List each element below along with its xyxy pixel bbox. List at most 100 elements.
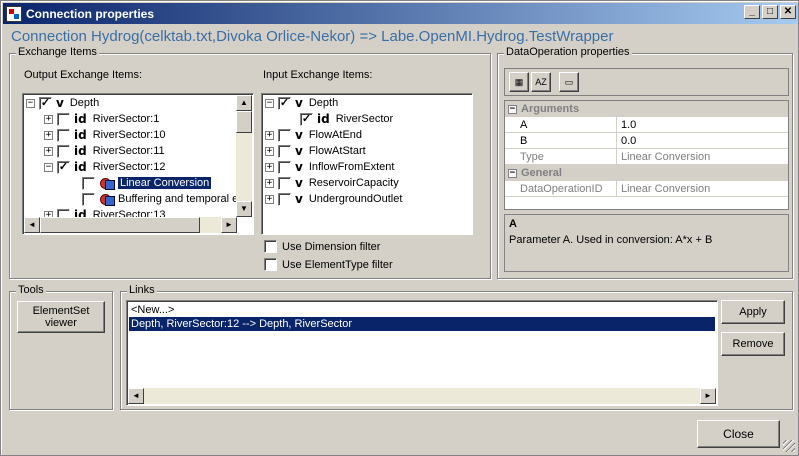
- checkbox[interactable]: [264, 240, 277, 253]
- scroll-thumb-horizontal[interactable]: [40, 217, 200, 233]
- checkbox[interactable]: [264, 258, 277, 271]
- property-value[interactable]: 0.0: [617, 133, 788, 149]
- list-item-selected[interactable]: Depth, RiverSector:12 --> Depth, RiverSe…: [129, 317, 715, 331]
- close-window-button[interactable]: ✕: [780, 5, 796, 19]
- tree-node-inflowfromextent[interactable]: + v InflowFromExtent: [265, 159, 394, 175]
- quantity-v-icon: v: [56, 96, 64, 110]
- tree-node-riversector[interactable]: ✓ id RiverSector: [300, 111, 393, 127]
- category-label: Arguments: [521, 103, 580, 115]
- list-item[interactable]: <New...>: [129, 303, 715, 317]
- app-icon: [6, 5, 22, 22]
- tree-node-riversector-10[interactable]: + id RiverSector:10: [44, 127, 165, 143]
- checkbox[interactable]: [57, 128, 70, 142]
- tree-node-flowatstart[interactable]: + v FlowAtStart: [265, 143, 366, 159]
- checkbox[interactable]: [278, 160, 291, 174]
- scroll-right-icon[interactable]: ►: [700, 388, 716, 404]
- tree-node-label: RiverSector:12: [92, 161, 166, 173]
- scroll-up-icon[interactable]: ▲: [236, 95, 252, 111]
- tree-node-linear-conversion[interactable]: Linear Conversion: [82, 175, 212, 191]
- tree-node-undergroundoutlet[interactable]: + v UndergroundOutlet: [265, 191, 402, 207]
- tree-node-riversector-1[interactable]: + id RiverSector:1: [44, 111, 159, 127]
- property-row-type[interactable]: Type Linear Conversion: [505, 149, 788, 165]
- tree-node-depth[interactable]: − ✓ v Depth: [265, 95, 338, 111]
- tree-node-reservoircapacity[interactable]: + v ReservoirCapacity: [265, 175, 399, 191]
- tree-node-label-selected: Linear Conversion: [118, 177, 212, 189]
- property-row-dataoperationid[interactable]: DataOperationID Linear Conversion: [505, 181, 788, 197]
- expand-icon[interactable]: +: [44, 114, 53, 124]
- dataoperation-properties-group: DataOperation properties ▦ AZ ▭ − Argume…: [497, 46, 793, 279]
- resize-grip-icon[interactable]: [783, 440, 795, 452]
- property-pages-icon[interactable]: ▭: [559, 72, 579, 92]
- checkbox-checked[interactable]: ✓: [278, 96, 291, 110]
- collapse-icon[interactable]: −: [508, 168, 517, 178]
- links-group: Links <New...> Depth, RiverSector:12 -->…: [120, 284, 793, 410]
- expand-icon[interactable]: +: [44, 130, 53, 140]
- checkbox[interactable]: [278, 144, 291, 158]
- tree-node-riversector-11[interactable]: + id RiverSector:11: [44, 143, 165, 159]
- scroll-left-icon[interactable]: ◄: [24, 217, 40, 233]
- output-horizontal-scrollbar[interactable]: ◄ ►: [24, 217, 237, 233]
- expand-icon[interactable]: +: [265, 146, 274, 156]
- checkbox-checked[interactable]: ✓: [39, 96, 52, 110]
- minimize-button[interactable]: _: [744, 5, 760, 19]
- output-vertical-scrollbar[interactable]: ▲ ▼: [236, 95, 252, 217]
- use-elementtype-filter-checkbox[interactable]: Use ElementType filter: [264, 258, 393, 271]
- output-exchange-tree[interactable]: − ✓ v Depth + id RiverSector:1 + id Rive…: [22, 93, 254, 235]
- checkbox-checked[interactable]: ✓: [57, 160, 70, 174]
- expand-icon[interactable]: +: [44, 146, 53, 156]
- collapse-icon[interactable]: −: [44, 162, 53, 172]
- property-row-b[interactable]: B 0.0: [505, 133, 788, 149]
- scroll-right-icon[interactable]: ►: [221, 217, 237, 233]
- checkbox[interactable]: [82, 192, 95, 206]
- tree-node-depth[interactable]: − ✓ v Depth: [26, 95, 99, 111]
- use-dimension-filter-checkbox[interactable]: Use Dimension filter: [264, 240, 380, 253]
- tree-node-label: Depth: [69, 97, 100, 109]
- property-value[interactable]: 1.0: [617, 117, 788, 133]
- category-arguments[interactable]: − Arguments: [505, 101, 788, 117]
- tree-node-flowatend[interactable]: + v FlowAtEnd: [265, 127, 362, 143]
- alphabetical-sort-icon[interactable]: AZ: [531, 72, 551, 92]
- element-id-icon: id: [74, 160, 87, 174]
- tree-node-label: RiverSector: [335, 113, 394, 125]
- scroll-thumb[interactable]: [236, 111, 252, 133]
- category-general[interactable]: − General: [505, 165, 788, 181]
- tree-node-riversector-12[interactable]: − ✓ id RiverSector:12: [44, 159, 165, 175]
- tree-node-label: FlowAtStart: [308, 145, 366, 157]
- checkbox[interactable]: [278, 192, 291, 206]
- element-id-icon: id: [74, 112, 87, 126]
- expand-icon[interactable]: +: [265, 162, 274, 172]
- scroll-left-icon[interactable]: ◄: [128, 388, 144, 404]
- checkbox[interactable]: [57, 112, 70, 126]
- use-dimension-filter-label: Use Dimension filter: [282, 240, 381, 253]
- checkbox-checked[interactable]: ✓: [300, 112, 313, 126]
- checkbox[interactable]: [278, 128, 291, 142]
- checkbox[interactable]: [57, 144, 70, 158]
- maximize-button[interactable]: □: [762, 5, 778, 19]
- property-grid[interactable]: − Arguments A 1.0 B 0.0 Type Linear Conv…: [504, 100, 789, 210]
- checkbox[interactable]: [278, 176, 291, 190]
- expand-icon[interactable]: +: [265, 178, 274, 188]
- categorized-view-icon[interactable]: ▦: [509, 72, 529, 92]
- property-grid-toolbar: ▦ AZ ▭: [504, 68, 789, 96]
- collapse-icon[interactable]: −: [508, 104, 517, 114]
- scroll-down-icon[interactable]: ▼: [236, 201, 252, 217]
- elementset-viewer-button[interactable]: ElementSet viewer: [17, 301, 105, 333]
- collapse-icon[interactable]: −: [265, 98, 274, 108]
- exchange-items-label: Exchange Items: [16, 46, 99, 58]
- checkbox[interactable]: [82, 176, 95, 190]
- remove-button[interactable]: Remove: [721, 332, 785, 356]
- apply-button[interactable]: Apply: [721, 300, 785, 324]
- collapse-icon[interactable]: −: [26, 98, 35, 108]
- links-list[interactable]: <New...> Depth, RiverSector:12 --> Depth…: [126, 300, 718, 406]
- tree-node-label: Buffering and temporal e: [118, 193, 239, 205]
- links-horizontal-scrollbar[interactable]: ◄ ►: [128, 388, 716, 404]
- input-exchange-tree[interactable]: − ✓ v Depth ✓ id RiverSector + v FlowAtE…: [261, 93, 473, 235]
- property-row-a[interactable]: A 1.0: [505, 117, 788, 133]
- quantity-v-icon: v: [295, 176, 303, 190]
- expand-icon[interactable]: +: [265, 130, 274, 140]
- expand-icon[interactable]: +: [265, 194, 274, 204]
- exchange-items-group: Exchange Items Output Exchange Items: In…: [9, 46, 491, 279]
- tree-node-buffering[interactable]: Buffering and temporal e: [82, 191, 238, 207]
- property-name: A: [505, 117, 617, 133]
- close-button[interactable]: Close: [697, 420, 780, 448]
